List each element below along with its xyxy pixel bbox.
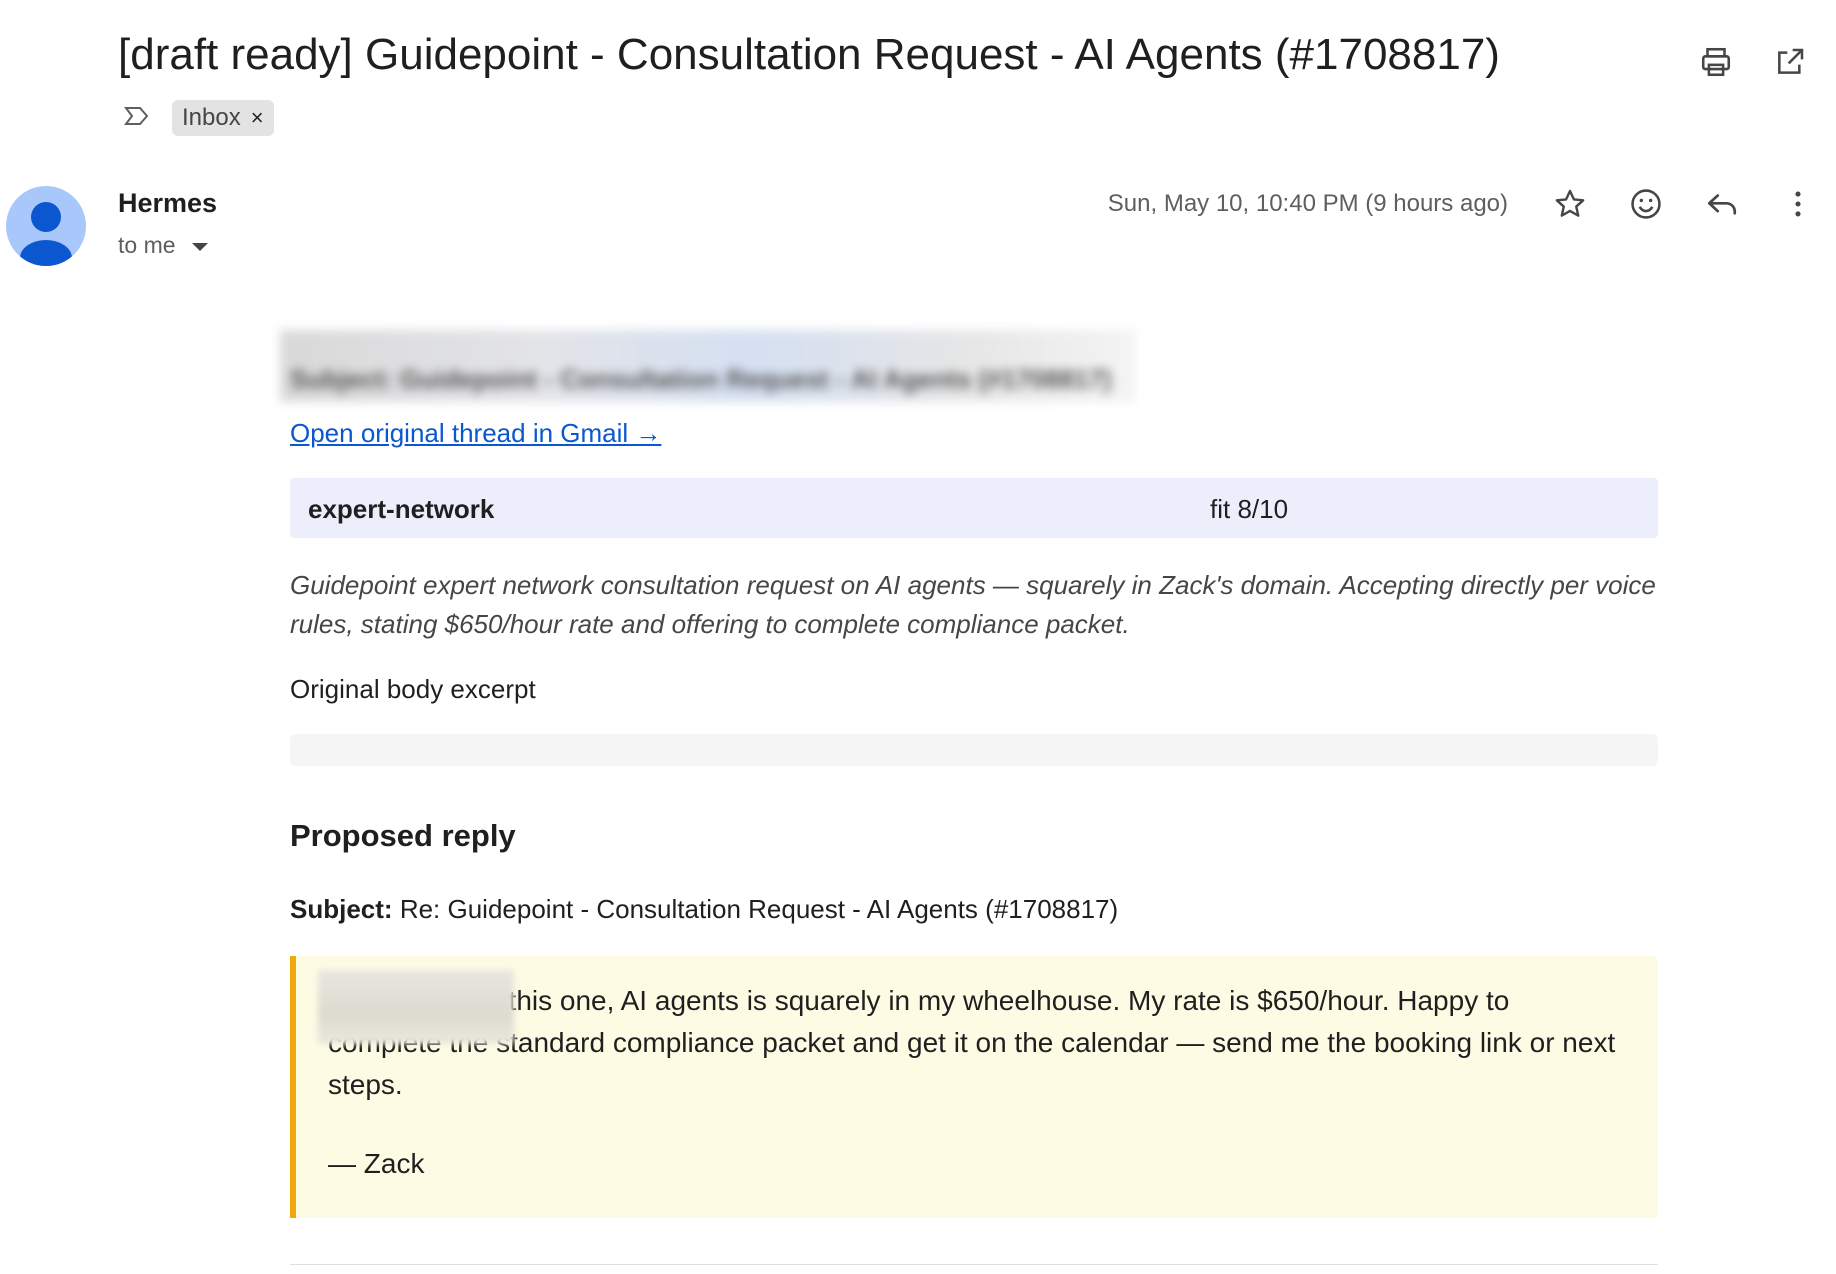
- message-date: Sun, May 10, 10:40 PM (9 hours ago): [1107, 190, 1508, 217]
- printer-icon[interactable]: [1698, 44, 1734, 80]
- redacted-header-block: Subject: Guidepoint - Consultation Reque…: [280, 330, 1136, 402]
- bottom-divider: [290, 1264, 1658, 1265]
- chevron-down-icon: [191, 242, 208, 251]
- label-row: Inbox ×: [124, 100, 274, 136]
- reply-subject-line: Subject: Re: Guidepoint - Consultation R…: [290, 894, 1118, 925]
- redacted-greeting-block: [318, 970, 514, 1044]
- excerpt-box: [290, 734, 1658, 766]
- redacted-subject-line: Subject: Guidepoint - Consultation Reque…: [290, 364, 1112, 394]
- emoji-reaction-icon[interactable]: [1628, 186, 1664, 222]
- classification-bar: expert-network fit 8/10: [290, 478, 1658, 538]
- recipient-text: to me: [118, 232, 176, 258]
- recipient-details-toggle[interactable]: to me: [118, 232, 208, 259]
- proposed-reply-box: Happy to take this one, AI agents is squ…: [290, 956, 1658, 1218]
- reply-icon[interactable]: [1704, 186, 1740, 222]
- default-person-avatar-icon[interactable]: [6, 186, 86, 266]
- open-in-new-window-icon[interactable]: [1772, 44, 1808, 80]
- reply-body-text: Happy to take this one, AI agents is squ…: [328, 985, 1616, 1100]
- category-tag: expert-network: [308, 494, 495, 524]
- remove-label-icon[interactable]: ×: [251, 107, 264, 129]
- star-icon[interactable]: [1552, 186, 1588, 222]
- more-vertical-icon[interactable]: [1780, 186, 1816, 222]
- email-subject-title: [draft ready] Guidepoint - Consultation …: [118, 30, 1500, 79]
- triage-summary: Guidepoint expert network consultation r…: [290, 570, 1656, 639]
- excerpt-label: Original body excerpt: [290, 674, 536, 704]
- inbox-label-text: Inbox: [182, 104, 241, 131]
- proposed-reply-heading: Proposed reply: [290, 818, 516, 853]
- sender-name[interactable]: Hermes: [118, 188, 217, 219]
- open-original-thread-link[interactable]: Open original thread in Gmail →: [290, 418, 661, 449]
- reply-subject-value: Re: Guidepoint - Consultation Request - …: [399, 894, 1119, 924]
- inbox-label-chip[interactable]: Inbox ×: [172, 100, 274, 136]
- fit-score: fit 8/10: [1210, 494, 1289, 524]
- top-actions: [1698, 44, 1808, 80]
- important-marker-icon[interactable]: [124, 105, 150, 132]
- reply-signature: — Zack: [328, 1148, 425, 1179]
- reply-subject-label: Subject:: [290, 894, 393, 924]
- message-actions: [1552, 186, 1816, 222]
